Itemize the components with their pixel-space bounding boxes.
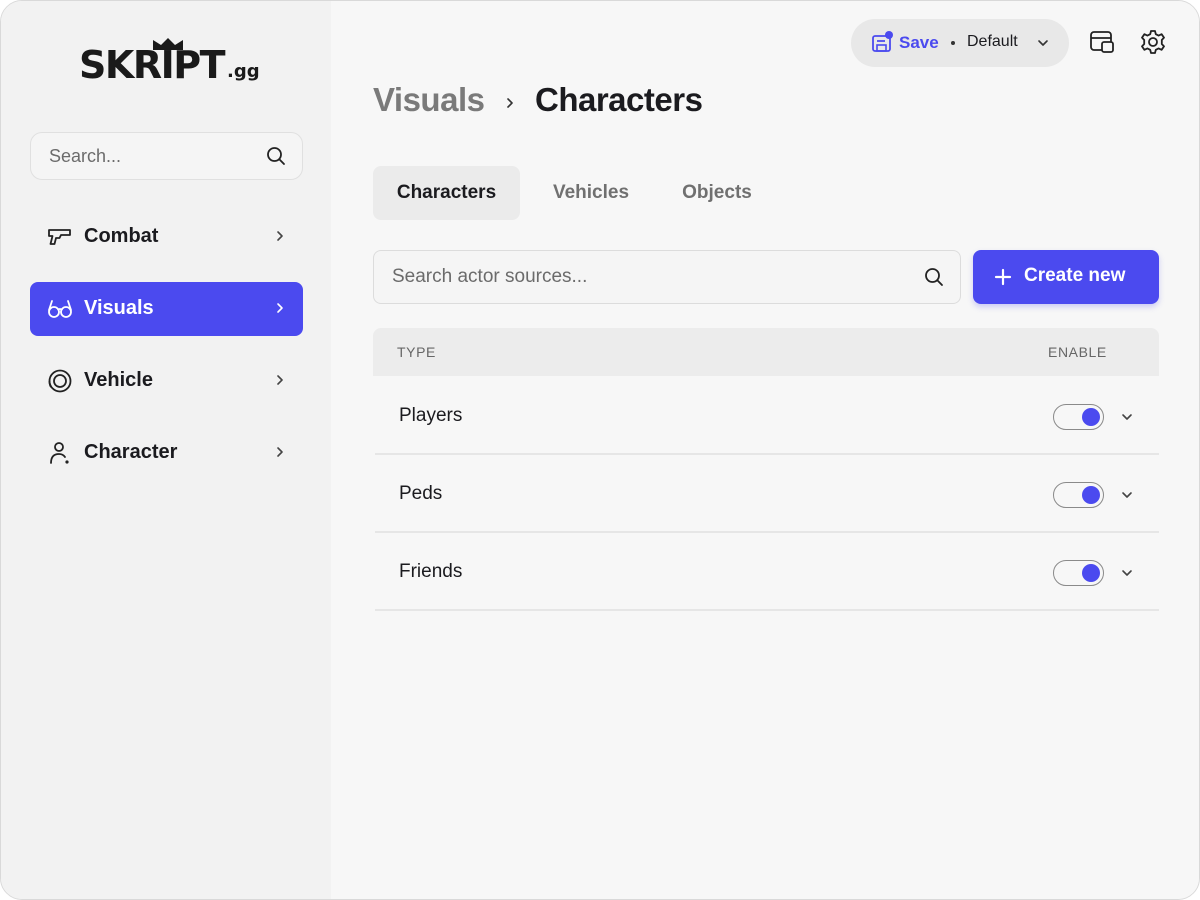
toggle-knob [1082,408,1100,426]
tab-vehicles[interactable]: Vehicles [532,166,650,220]
create-new-button[interactable]: Create new [973,250,1159,304]
save-icon [872,31,893,52]
logo: SKRIPT .gg [79,37,279,97]
tab-objects[interactable]: Objects [662,166,772,220]
row-label: Friends [399,561,463,582]
profile-select[interactable]: Default [967,33,1018,51]
sidebar: SKRIPT .gg Combat [1,1,331,899]
sidebar-search [30,132,303,180]
chevron-down-icon[interactable] [1121,490,1133,500]
column-header-enable: ENABLE [1048,344,1107,360]
toggle-knob [1082,486,1100,504]
chevron-right-icon [507,98,513,108]
enable-toggle[interactable] [1053,404,1104,430]
chevron-right-icon [277,375,283,385]
separator-dot [951,41,955,45]
sidebar-item-label: Character [84,441,178,463]
chevron-right-icon [277,303,283,313]
sidebar-item-character[interactable]: Character [30,426,303,480]
wheel-icon [48,369,72,393]
main-panel: Save Default Visuals Characters Characte… [331,1,1199,899]
page-title: Characters [535,81,703,118]
toggle-knob [1082,564,1100,582]
actor-search-input[interactable] [374,251,914,303]
search-icon[interactable] [924,267,944,287]
save-profile-control[interactable]: Save Default [851,19,1069,67]
sidebar-item-label: Visuals [84,297,154,319]
sidebar-item-label: Vehicle [84,369,153,391]
window-icon[interactable] [1089,29,1115,55]
row-label: Peds [399,483,443,504]
sidebar-item-visuals[interactable]: Visuals [30,282,303,336]
logo-suffix: .gg [227,61,260,82]
gear-icon[interactable] [1140,29,1166,55]
logo-text: SKRIPT [79,43,226,87]
sidebar-item-combat[interactable]: Combat [30,210,303,264]
table-header: TYPE ENABLE [373,328,1159,376]
chevron-right-icon [277,231,283,241]
sidebar-item-vehicle[interactable]: Vehicle [30,354,303,408]
table-row: Peds [375,455,1159,533]
app-window: SKRIPT .gg Combat [0,0,1200,900]
row-label: Players [399,405,463,426]
enable-toggle[interactable] [1053,482,1104,508]
save-button[interactable]: Save [899,33,939,53]
column-header-type: TYPE [397,344,436,360]
table-row: Friends [375,533,1159,611]
chevron-down-icon[interactable] [1121,568,1133,578]
table-row: Players [375,377,1159,455]
sidebar-search-input[interactable] [31,133,261,179]
person-icon [50,442,69,464]
gun-icon [48,229,71,245]
chevron-down-icon[interactable] [1121,412,1133,422]
tab-characters[interactable]: Characters [373,166,520,220]
glasses-icon [48,300,72,318]
chevron-down-icon[interactable] [1037,38,1049,48]
enable-toggle[interactable] [1053,560,1104,586]
plus-icon [994,268,1012,286]
search-icon[interactable] [266,146,286,166]
breadcrumb-parent[interactable]: Visuals [373,81,485,119]
create-new-label: Create new [1024,265,1126,286]
actor-search [373,250,961,304]
chevron-right-icon [277,447,283,457]
sidebar-item-label: Combat [84,225,159,247]
